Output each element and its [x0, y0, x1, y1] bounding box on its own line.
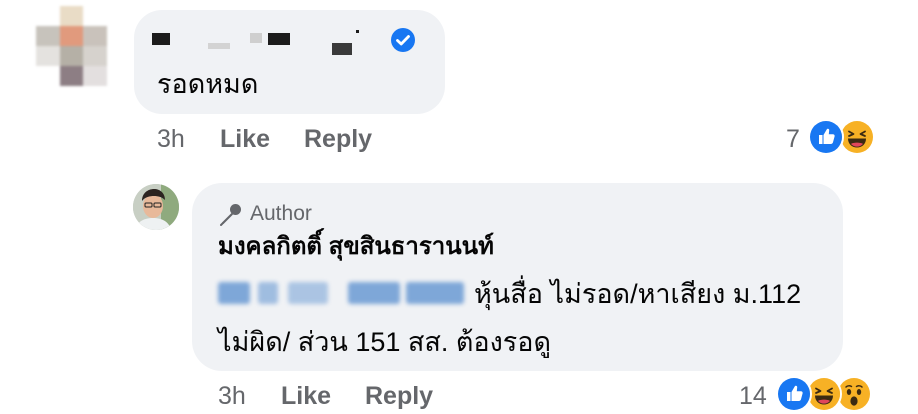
- reaction-count[interactable]: 14: [739, 381, 767, 411]
- like-icon[interactable]: [776, 376, 812, 412]
- author-badge: Author: [218, 200, 312, 228]
- reply-text-line-2: ไม่ผิด/ ส่วน 151 สส. ต้องรอดู: [218, 327, 552, 357]
- reply-time[interactable]: 3h: [218, 381, 246, 411]
- like-button[interactable]: Like: [281, 381, 331, 411]
- comment-time[interactable]: 3h: [157, 124, 185, 154]
- haha-icon[interactable]: [839, 119, 875, 155]
- avatar[interactable]: [133, 184, 179, 230]
- comment-text: รอดหมด: [157, 69, 259, 99]
- verified-icon: [391, 28, 415, 52]
- avatar[interactable]: [36, 6, 130, 86]
- author-badge-label: Author: [250, 202, 312, 225]
- reaction-count[interactable]: 7: [786, 124, 800, 154]
- reply-button[interactable]: Reply: [365, 381, 433, 411]
- reply-text-line-1: หุ้นสื่อ ไม่รอด/หาเสียง ม.112: [474, 279, 802, 309]
- reply-button[interactable]: Reply: [304, 124, 372, 154]
- like-button[interactable]: Like: [220, 124, 270, 154]
- redacted-mention[interactable]: [218, 282, 464, 304]
- reply-author-name[interactable]: มงคลกิตติ์ สุขสินธารานนท์: [218, 231, 494, 263]
- like-icon[interactable]: [808, 119, 844, 155]
- microphone-icon: [220, 204, 241, 226]
